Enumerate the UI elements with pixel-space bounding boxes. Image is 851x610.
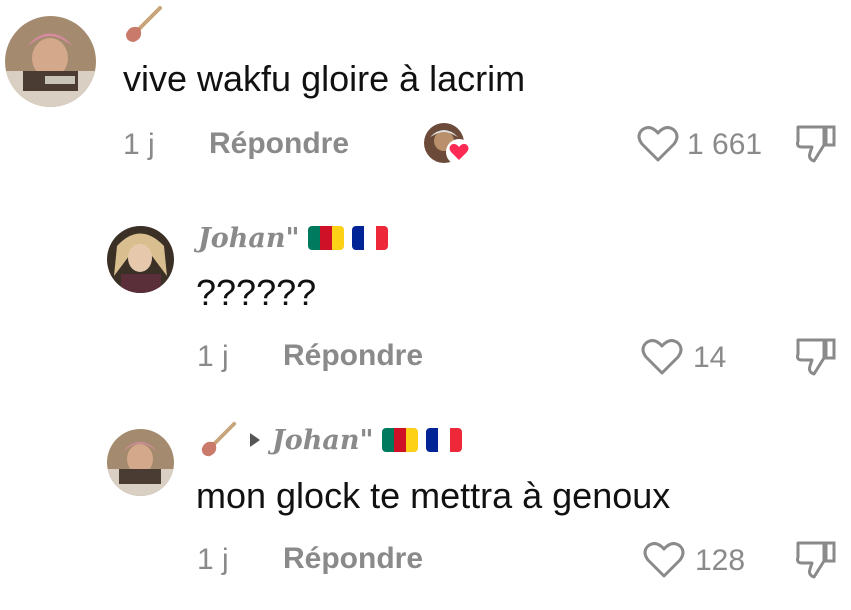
dislike-icon[interactable] [794,121,838,165]
heart-badge-icon [446,139,472,165]
plunger-icon [126,6,162,42]
like-count: 1 661 [687,128,763,161]
user-avatar[interactable] [107,226,174,293]
comment-time: 1 j [197,340,229,373]
comment-time: 1 j [197,543,229,576]
reply-to-username[interactable]: Johan" [272,425,374,456]
like-count: 14 [693,341,727,374]
heart-outline-icon[interactable] [636,124,680,164]
reply-button[interactable]: Répondre [283,542,423,576]
user-avatar[interactable] [5,16,96,107]
comment-text: vive wakfu gloire à lacrim [123,58,526,99]
like-count: 128 [695,544,746,577]
france-flag-icon [351,226,388,250]
heart-outline-icon[interactable] [640,337,684,377]
comment-text: mon glock te mettra à genoux [196,475,671,516]
username-row: Johan" [198,420,462,460]
username[interactable]: Johan" [198,223,300,254]
heart-outline-icon[interactable] [642,540,686,580]
plunger-icon [201,421,237,457]
reply-button[interactable]: Répondre [283,339,423,373]
user-avatar[interactable] [107,429,174,496]
dislike-icon[interactable] [794,537,838,581]
username-row: Johan" [198,220,388,256]
cameroon-flag-icon [307,226,344,250]
dislike-icon[interactable] [794,334,838,378]
reply-arrow-icon [250,433,260,447]
comment-text: ?????? [196,272,317,313]
reply-button[interactable]: Répondre [209,127,349,161]
comment-time: 1 j [123,128,155,161]
cameroon-flag-icon [381,428,418,452]
france-flag-icon [425,428,462,452]
